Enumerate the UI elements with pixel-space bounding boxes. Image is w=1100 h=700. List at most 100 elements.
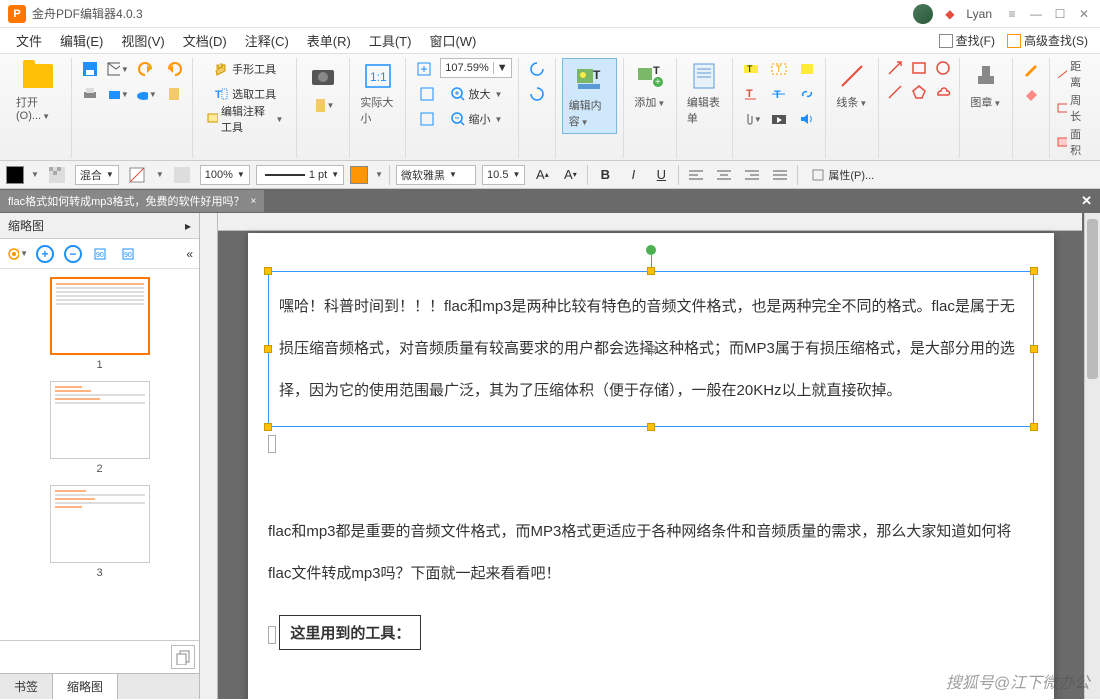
menu-view[interactable]: 视图(V) [113,28,172,53]
paste-button[interactable] [162,83,186,105]
edit-form-button[interactable]: 编辑表单 [683,58,726,128]
align-center-button[interactable] [713,165,735,185]
actual-size-button[interactable]: 1:1 实际大小 [356,58,399,128]
panel-menu-icon[interactable]: ▸ [185,219,191,233]
select-tool[interactable]: T选取工具 [206,83,283,105]
fit-page-button[interactable] [412,58,436,80]
thumb-zoomout-button[interactable]: − [62,243,84,265]
decrease-font-button[interactable]: A▾ [559,165,581,185]
menu-window[interactable]: 窗口(W) [421,28,484,53]
pencil-button[interactable] [1019,58,1043,80]
underline-button[interactable]: T [739,83,763,105]
thumb-zoomin-button[interactable]: + [34,243,56,265]
pages-stack-icon[interactable] [171,645,195,669]
tab-close-icon[interactable]: × [251,196,257,207]
tabbar-close-button[interactable]: ✕ [1073,193,1100,209]
link-button[interactable] [795,83,819,105]
align-left-button[interactable] [685,165,707,185]
lines-button[interactable]: 线条▼ [832,58,872,112]
rotate-right-button[interactable] [525,83,549,105]
properties-button[interactable]: 属性(P)... [804,164,881,186]
find-button[interactable]: 查找(F) [935,30,999,51]
align-right-button[interactable] [741,165,763,185]
mail-button[interactable]: ▼ [106,58,130,80]
scrollbar-thumb[interactable] [1087,219,1098,379]
maximize-button[interactable]: ☐ [1052,7,1068,21]
line-shape[interactable] [885,82,905,102]
resize-handle-ne[interactable] [1030,267,1038,275]
save-button[interactable] [78,58,102,80]
hand-tool[interactable]: 手形工具 [206,58,283,80]
add-button[interactable]: T+ 添加▼ [630,58,670,112]
note-button[interactable] [795,58,819,80]
tab-thumbnails[interactable]: 缩略图 [53,674,118,699]
rotate-ccw-button[interactable]: 90 [90,243,112,265]
menu-file[interactable]: 文件 [8,28,50,53]
circle-shape[interactable] [933,58,953,78]
vertical-scrollbar[interactable] [1084,213,1100,699]
document-tab[interactable]: flac格式如何转成mp3格式，免费的软件好用吗？ × [0,190,264,212]
thumbnail-page-3[interactable] [50,485,150,563]
open-button[interactable]: 打开(O)...▼ [12,58,65,124]
fontsize-combo[interactable]: 10.5▼ [482,165,525,185]
cloud-button[interactable]: ▼ [134,83,158,105]
strikeout-button[interactable]: T [767,83,791,105]
snapshot-button[interactable] [303,58,343,94]
resize-handle-w[interactable] [264,345,272,353]
fit-width-button[interactable] [415,83,439,105]
align-justify-button[interactable] [769,165,791,185]
panel-collapse-icon[interactable]: « [186,247,193,261]
resize-handle-n[interactable] [647,267,655,275]
textbox-button[interactable]: T [767,58,791,80]
advanced-find-button[interactable]: 高级查找(S) [1003,30,1092,51]
resize-handle-nw[interactable] [264,267,272,275]
bold-button[interactable]: B [594,165,616,185]
rotate-left-button[interactable] [525,58,549,80]
rotate-cw-button[interactable]: 90 [118,243,140,265]
cloud-shape[interactable] [933,82,953,102]
eraser-button[interactable] [1019,83,1043,105]
print-button[interactable] [78,83,102,105]
italic-button[interactable]: I [622,165,644,185]
resize-handle-e[interactable] [1030,345,1038,353]
attach-button[interactable]: ▼ [739,108,763,130]
scan-button[interactable]: ▼ [106,83,130,105]
area-button[interactable]: 面积 [1056,126,1088,158]
thumbnail-page-2[interactable] [50,381,150,459]
font-combo[interactable]: 微软雅黑▼ [396,165,476,185]
audio-button[interactable] [795,108,819,130]
stroke-color-swatch[interactable] [350,166,368,184]
menu-comment[interactable]: 注释(C) [237,28,297,53]
highlight-button[interactable]: T [739,58,763,80]
polygon-shape[interactable] [909,82,929,102]
opacity-combo[interactable]: 100%▼ [200,165,250,185]
edit-content-button[interactable]: T 编辑内容▼ [562,58,617,134]
paragraph-2-text[interactable]: flac和mp3都是重要的音频文件格式，而MP3格式更适应于各种网络条件和音频质… [268,511,1034,595]
resize-handle-se[interactable] [1030,423,1038,431]
checker-button[interactable] [170,164,194,186]
increase-font-button[interactable]: A▴ [531,165,553,185]
redo-button[interactable] [162,58,186,80]
menu-form[interactable]: 表单(R) [299,28,359,53]
resize-handle-sw[interactable] [264,423,272,431]
arrow-shape[interactable] [885,58,905,78]
canvas-viewport[interactable]: 嘿哈！科普时间到！！！flac和mp3是两种比较有特色的音频文件格式，也是两种完… [218,213,1084,699]
tab-bookmark[interactable]: 书签 [0,674,53,699]
undo-button[interactable] [134,58,158,80]
gear-icon[interactable]: ▼ [6,243,28,265]
nofill-button[interactable] [125,164,149,186]
perimeter-button[interactable]: 周长 [1056,92,1088,124]
user-avatar[interactable] [913,4,933,24]
rotation-handle[interactable] [646,245,656,255]
underline-fmt-button[interactable]: U [650,165,672,185]
close-button[interactable]: ✕ [1076,7,1092,21]
thumbnail-page-1[interactable] [50,277,150,355]
clipboard-button[interactable]: ▼ [311,94,335,116]
menu-document[interactable]: 文档(D) [175,28,235,53]
tools-header-text[interactable]: 这里用到的工具： [279,615,421,650]
zoom-out-button[interactable]: 缩小▼ [443,108,510,130]
fill-color-swatch[interactable] [6,166,24,184]
annotate-tool[interactable]: 编辑注释工具▼ [199,108,291,130]
selected-text-block[interactable]: 嘿哈！科普时间到！！！flac和mp3是两种比较有特色的音频文件格式，也是两种完… [268,271,1034,427]
menu-button[interactable]: ≡ [1004,7,1020,21]
